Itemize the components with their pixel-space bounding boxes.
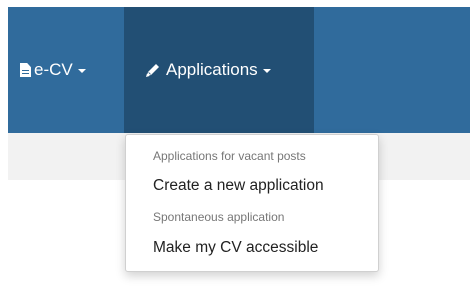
menu-header-vacant-posts: Applications for vacant posts xyxy=(153,149,306,163)
top-navbar: e-CV Applications xyxy=(8,7,470,133)
nav-ecv-menu[interactable]: e-CV xyxy=(20,7,124,133)
menu-item-create-application[interactable]: Create a new application xyxy=(153,177,324,195)
caret-down-icon xyxy=(77,69,86,73)
caret-down-icon xyxy=(262,69,271,73)
menu-item-make-cv-accessible[interactable]: Make my CV accessible xyxy=(153,239,318,257)
pencil-icon xyxy=(144,61,162,79)
nav-applications-label: Applications xyxy=(166,60,258,79)
nav-applications-menu[interactable]: Applications xyxy=(124,7,314,133)
file-icon xyxy=(20,63,31,77)
nav-ecv-label: e-CV xyxy=(34,60,73,79)
applications-dropdown-menu: Applications for vacant posts Create a n… xyxy=(125,134,379,272)
page: e-CV Applications Applications for vacan… xyxy=(0,0,470,304)
menu-header-spontaneous: Spontaneous application xyxy=(153,210,285,224)
